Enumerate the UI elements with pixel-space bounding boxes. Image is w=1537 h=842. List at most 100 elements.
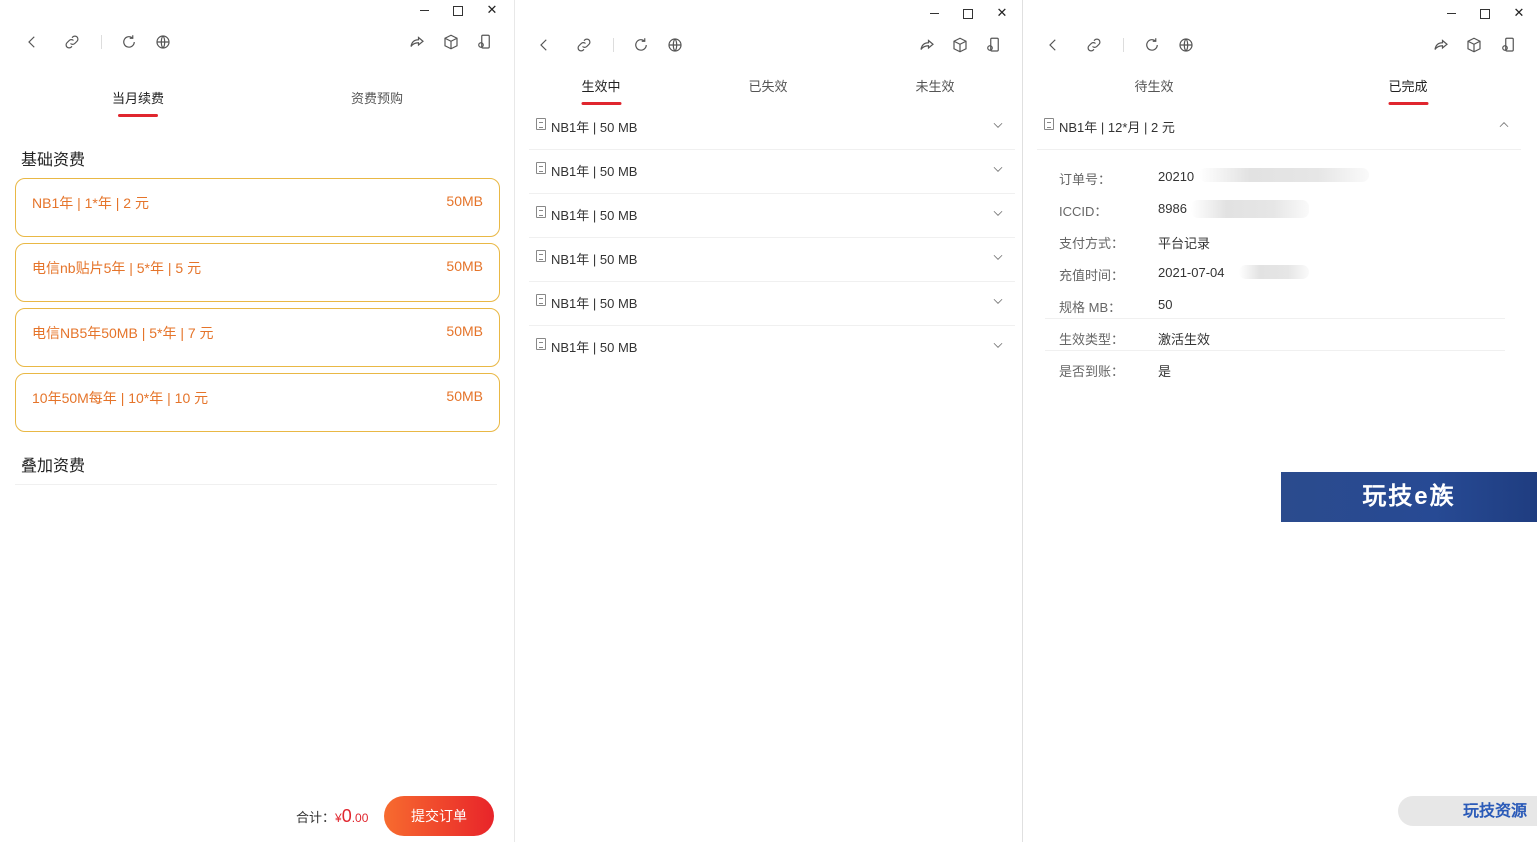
detail-value: 平台记录 bbox=[1158, 236, 1211, 251]
tab-prepurchase[interactable]: 资费预购 bbox=[351, 88, 403, 107]
document-icon bbox=[536, 162, 546, 174]
order-summary: NB1年 | 50 MB bbox=[551, 296, 638, 311]
chevron-down-icon[interactable] bbox=[991, 338, 1005, 352]
toolbar-separator bbox=[101, 35, 102, 49]
tab-expired[interactable]: 已失效 bbox=[748, 76, 787, 95]
order-row[interactable]: NB1年 | 50 MB bbox=[529, 326, 1015, 370]
order-row[interactable]: NB1年 | 50 MB bbox=[529, 106, 1015, 150]
active-orders-window: ✕ 生效中 已失效 未生效 NB1年 | 50 MB NB1年 | 50 MB … bbox=[514, 0, 1020, 842]
back-icon[interactable] bbox=[533, 34, 555, 56]
order-detail-window: ✕ 待生效 已完成 NB1年 | 12*月 | 2 元 订单号： 20210 I… bbox=[1022, 0, 1537, 842]
mini-phone-icon[interactable] bbox=[473, 31, 495, 53]
tab-in-effect[interactable]: 生效中 bbox=[581, 76, 620, 95]
order-row[interactable]: NB1年 | 50 MB bbox=[529, 194, 1015, 238]
toolbar-separator bbox=[1123, 38, 1124, 52]
link-icon[interactable] bbox=[61, 31, 83, 53]
tab-pending[interactable]: 待生效 bbox=[1134, 76, 1173, 95]
globe-icon[interactable] bbox=[152, 31, 174, 53]
plan-name: 电信NB5年50MB | 5*年 | 7 元 bbox=[32, 325, 214, 341]
divider bbox=[15, 484, 497, 485]
plan-size: 50MB bbox=[446, 258, 483, 274]
tab-current-month-renewal[interactable]: 当月续费 bbox=[112, 88, 164, 107]
chevron-down-icon[interactable] bbox=[991, 250, 1005, 264]
detail-value: 是 bbox=[1158, 364, 1172, 379]
divider bbox=[1045, 350, 1505, 351]
link-icon[interactable] bbox=[1083, 34, 1105, 56]
minimize-button[interactable] bbox=[926, 5, 942, 21]
plan-card[interactable]: 电信NB5年50MB | 5*年 | 7 元 50MB bbox=[15, 308, 500, 367]
maximize-button[interactable] bbox=[960, 5, 976, 21]
document-icon bbox=[536, 118, 546, 130]
renewal-window: ✕ 当月续费 资费预购 基础资费 NB1年 | 1*年 | 2 元 50MB 电… bbox=[0, 0, 510, 842]
redaction-blur bbox=[1191, 200, 1309, 218]
refresh-icon[interactable] bbox=[118, 31, 140, 53]
close-button[interactable]: ✕ bbox=[994, 5, 1010, 21]
addon-plans-title: 叠加资费 bbox=[21, 458, 86, 475]
detail-key: 规格 MB： bbox=[1059, 300, 1122, 315]
total-label: 合计： bbox=[296, 810, 336, 825]
detail-key: 充值时间： bbox=[1059, 268, 1125, 283]
plan-card[interactable]: NB1年 | 1*年 | 2 元 50MB bbox=[15, 178, 500, 237]
total-integer: 0 bbox=[341, 806, 352, 826]
tab-not-effective[interactable]: 未生效 bbox=[915, 76, 954, 95]
globe-icon[interactable] bbox=[1175, 34, 1197, 56]
plan-size: 50MB bbox=[446, 323, 483, 339]
minimize-button[interactable] bbox=[416, 2, 432, 18]
detail-value: 20210 bbox=[1158, 169, 1195, 184]
back-icon[interactable] bbox=[21, 31, 43, 53]
tab-completed[interactable]: 已完成 bbox=[1388, 76, 1427, 95]
window-controls: ✕ bbox=[416, 2, 500, 18]
chevron-down-icon[interactable] bbox=[991, 206, 1005, 220]
cube-icon[interactable] bbox=[440, 31, 462, 53]
close-button[interactable]: ✕ bbox=[1511, 5, 1527, 21]
plan-size: 50MB bbox=[446, 193, 483, 209]
minimize-button[interactable] bbox=[1443, 5, 1459, 21]
share-icon[interactable] bbox=[406, 31, 428, 53]
order-summary: NB1年 | 50 MB bbox=[551, 252, 638, 267]
maximize-button[interactable] bbox=[450, 2, 466, 18]
order-row-expanded[interactable]: NB1年 | 12*月 | 2 元 bbox=[1037, 106, 1521, 150]
cube-icon[interactable] bbox=[1463, 34, 1485, 56]
detail-value: 2021-07-04 bbox=[1158, 265, 1225, 280]
chevron-down-icon[interactable] bbox=[991, 294, 1005, 308]
globe-icon[interactable] bbox=[664, 34, 686, 56]
maximize-button[interactable] bbox=[1477, 5, 1493, 21]
order-row[interactable]: NB1年 | 50 MB bbox=[529, 282, 1015, 326]
toolbar bbox=[0, 31, 510, 61]
detail-order-number: 订单号： 20210 bbox=[1059, 161, 1504, 193]
link-icon[interactable] bbox=[573, 34, 595, 56]
order-row[interactable]: NB1年 | 50 MB bbox=[529, 238, 1015, 282]
plan-name: 10年50M每年 | 10*年 | 10 元 bbox=[32, 390, 209, 406]
mini-phone-icon[interactable] bbox=[982, 34, 1004, 56]
watermark-badge: 玩技资源 bbox=[1398, 796, 1537, 826]
window-controls: ✕ bbox=[1443, 5, 1527, 21]
cube-icon[interactable] bbox=[949, 34, 971, 56]
document-icon bbox=[536, 250, 546, 262]
window-controls: ✕ bbox=[926, 5, 1010, 21]
mini-phone-icon[interactable] bbox=[1497, 34, 1519, 56]
plan-name: 电信nb贴片5年 | 5*年 | 5 元 bbox=[32, 260, 202, 276]
total-currency: ¥ bbox=[335, 811, 342, 825]
plan-card[interactable]: 10年50M每年 | 10*年 | 10 元 50MB bbox=[15, 373, 500, 432]
chevron-down-icon[interactable] bbox=[991, 118, 1005, 132]
detail-key: ICCID： bbox=[1059, 204, 1108, 219]
divider bbox=[1045, 318, 1505, 319]
detail-key: 是否到账： bbox=[1059, 364, 1125, 379]
close-button[interactable]: ✕ bbox=[484, 2, 500, 18]
plan-card[interactable]: 电信nb贴片5年 | 5*年 | 5 元 50MB bbox=[15, 243, 500, 302]
share-icon[interactable] bbox=[1430, 34, 1452, 56]
refresh-icon[interactable] bbox=[630, 34, 652, 56]
detail-spec-mb: 规格 MB： 50 bbox=[1059, 289, 1504, 321]
toolbar bbox=[1023, 34, 1537, 64]
document-icon bbox=[536, 338, 546, 350]
order-row[interactable]: NB1年 | 50 MB bbox=[529, 150, 1015, 194]
detail-effect-type: 生效类型： 激活生效 bbox=[1059, 321, 1504, 353]
chevron-up-icon[interactable] bbox=[1497, 118, 1511, 132]
refresh-icon[interactable] bbox=[1141, 34, 1163, 56]
share-icon[interactable] bbox=[916, 34, 938, 56]
back-icon[interactable] bbox=[1042, 34, 1064, 56]
chevron-down-icon[interactable] bbox=[991, 162, 1005, 176]
plan-size: 50MB bbox=[446, 388, 483, 404]
submit-order-button[interactable]: 提交订单 bbox=[384, 796, 494, 836]
redaction-blur bbox=[1199, 168, 1369, 182]
